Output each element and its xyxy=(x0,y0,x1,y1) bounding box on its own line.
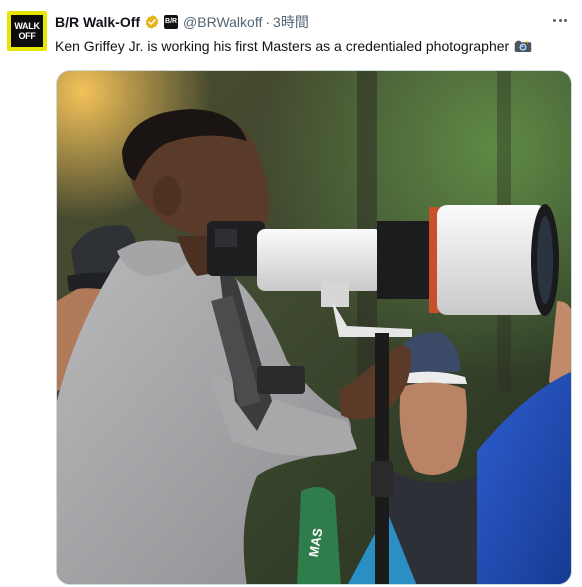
separator-dot: · xyxy=(265,14,271,30)
more-dot xyxy=(553,18,556,22)
timestamp[interactable]: 3時間 xyxy=(273,12,309,32)
verified-badge-icon[interactable] xyxy=(144,14,160,30)
camera-with-flash-emoji xyxy=(514,40,532,52)
display-name[interactable]: B/R Walk-Off xyxy=(55,14,140,30)
photo-image: MAS xyxy=(57,71,571,584)
tweet-text-body: Ken Griffey Jr. is working his first Mas… xyxy=(55,38,510,54)
more-dot xyxy=(558,18,562,22)
tweet[interactable]: WALK OFF B/R Walk-Off B/R @BRWalkoff · 3… xyxy=(0,0,582,587)
avatar[interactable]: WALK OFF xyxy=(7,11,47,51)
tweet-header: B/R Walk-Off B/R @BRWalkoff · 3時間 xyxy=(55,12,309,32)
avatar-logo-text-bottom: OFF xyxy=(18,31,36,41)
more-options-icon[interactable] xyxy=(553,12,567,28)
avatar-logo: WALK OFF xyxy=(11,15,43,47)
tweet-text: Ken Griffey Jr. is working his first Mas… xyxy=(55,38,532,54)
avatar-logo-text-top: WALK xyxy=(14,21,40,31)
more-dot xyxy=(564,18,567,22)
tweet-photo[interactable]: MAS xyxy=(56,70,572,585)
user-handle[interactable]: @BRWalkoff xyxy=(183,14,262,30)
affiliate-badge[interactable]: B/R xyxy=(164,15,179,29)
